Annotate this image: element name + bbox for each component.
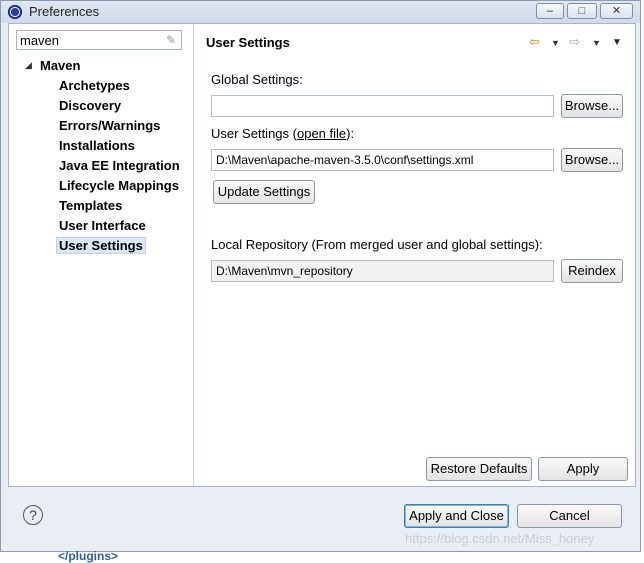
tree-item-user-settings[interactable]: User Settings xyxy=(56,237,146,254)
background-editor-text: </plugins> xyxy=(58,549,119,563)
watermark-text: https://blog.csdn.net/Miss_honey xyxy=(405,531,595,546)
global-browse-button[interactable]: Browse... xyxy=(561,94,623,118)
user-settings-field[interactable]: D:\Maven\apache-maven-3.5.0\conf\setting… xyxy=(211,149,554,171)
close-button[interactable]: ✕ xyxy=(600,3,633,19)
user-settings-label: User Settings (open file): xyxy=(211,126,354,141)
eclipse-icon xyxy=(8,5,22,19)
help-icon[interactable]: ? xyxy=(23,505,43,525)
local-repository-field: D:\Maven\mvn_repository xyxy=(211,260,554,282)
clear-filter-icon[interactable]: ✎ xyxy=(166,33,178,47)
global-settings-label: Global Settings: xyxy=(211,72,303,87)
page-title: User Settings xyxy=(206,35,290,50)
tree-item-installations[interactable]: Installations xyxy=(59,138,135,153)
open-file-link[interactable]: open file xyxy=(297,126,346,141)
filter-input[interactable] xyxy=(20,32,160,48)
apply-button[interactable]: Apply xyxy=(538,457,628,481)
expand-arrow-icon[interactable]: ◢ xyxy=(25,60,32,71)
filter-box[interactable]: ✎ xyxy=(16,30,182,50)
preferences-window: Preferences – □ ✕ ✎ ◢ Maven Archetypes D… xyxy=(0,0,641,552)
forward-arrow-icon[interactable]: ⇨ xyxy=(569,34,580,50)
preference-tree-panel: ✎ ◢ Maven Archetypes Discovery Errors/Wa… xyxy=(9,24,194,486)
tree-item-user-interface[interactable]: User Interface xyxy=(59,218,146,233)
tree-item-errors-warnings[interactable]: Errors/Warnings xyxy=(59,118,160,133)
user-settings-label-suffix: ): xyxy=(346,126,355,141)
update-settings-button[interactable]: Update Settings xyxy=(213,180,315,204)
tree-item-lifecycle-mappings[interactable]: Lifecycle Mappings xyxy=(59,178,179,193)
user-settings-label-text: User Settings ( xyxy=(211,126,297,141)
global-settings-field[interactable] xyxy=(211,95,554,117)
tree-item-discovery[interactable]: Discovery xyxy=(59,98,121,113)
dialog-content: ✎ ◢ Maven Archetypes Discovery Errors/Wa… xyxy=(8,23,636,487)
tree-item-java-ee-integration[interactable]: Java EE Integration xyxy=(59,158,180,173)
minimize-button[interactable]: – xyxy=(536,3,564,19)
user-browse-button[interactable]: Browse... xyxy=(561,148,623,172)
tree-item-templates[interactable]: Templates xyxy=(59,198,122,213)
back-dropdown-icon[interactable]: ▼ xyxy=(551,38,560,48)
view-menu-icon[interactable]: ▼ xyxy=(612,37,622,48)
cancel-button[interactable]: Cancel xyxy=(517,504,622,528)
apply-and-close-button[interactable]: Apply and Close xyxy=(404,504,509,528)
forward-dropdown-icon[interactable]: ▼ xyxy=(592,38,601,48)
restore-defaults-button[interactable]: Restore Defaults xyxy=(426,457,532,481)
window-title: Preferences xyxy=(29,4,100,19)
back-arrow-icon[interactable]: ⇦ xyxy=(529,34,540,50)
reindex-button[interactable]: Reindex xyxy=(561,259,623,283)
tree-item-maven[interactable]: Maven xyxy=(40,58,80,73)
maximize-button[interactable]: □ xyxy=(567,3,597,19)
local-repository-label: Local Repository (From merged user and g… xyxy=(211,237,543,252)
tree-item-archetypes[interactable]: Archetypes xyxy=(59,78,130,93)
settings-page: User Settings ⇦ ▼ ⇨ ▼ ▼ Global Settings:… xyxy=(194,24,635,486)
title-bar[interactable]: Preferences – □ ✕ xyxy=(1,1,640,23)
